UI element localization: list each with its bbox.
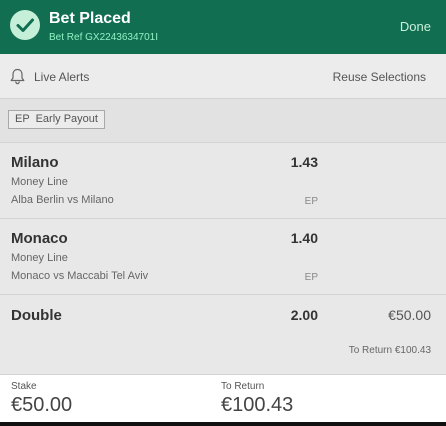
selection-name: Milano <box>11 154 59 171</box>
bet-ref: Bet Ref GX2243634701I <box>49 32 158 43</box>
selection-monaco: Monaco 1.40 Money Line Monaco vs Maccabi… <box>0 218 446 294</box>
selection-market: Money Line <box>11 176 68 188</box>
to-return-label: To Return <box>221 381 265 392</box>
selection-event: Monaco vs Maccabi Tel Aviv <box>11 270 149 282</box>
early-payout-row: EP Early Payout <box>0 99 446 142</box>
bet-placed-header: Bet Placed Bet Ref GX2243634701I Done <box>0 0 446 54</box>
bet-summary-footer: Stake €50.00 To Return €100.43 <box>0 374 446 422</box>
to-return-value: €100.43 <box>221 394 294 416</box>
selection-event: Alba Berlin vs Milano <box>11 194 114 206</box>
bell-icon[interactable] <box>10 68 25 90</box>
stake-value: €50.00 <box>11 394 73 416</box>
selection-market: Money Line <box>11 252 68 264</box>
double-stake: €50.00 <box>388 307 431 323</box>
selection-name: Monaco <box>11 230 68 247</box>
double-label: Double <box>11 307 62 324</box>
selection-odds: 1.40 <box>290 230 318 246</box>
stake-label: Stake <box>11 381 37 392</box>
live-alerts-button[interactable]: Live Alerts <box>34 70 89 84</box>
selection-milano: Milano 1.43 Money Line Alba Berlin vs Mi… <box>0 142 446 218</box>
ep-badge: EP <box>304 272 318 283</box>
double-odds: 2.00 <box>290 307 318 323</box>
check-circle-icon <box>10 10 40 40</box>
ep-badge: EP <box>304 196 318 207</box>
selection-odds: 1.43 <box>290 154 318 170</box>
early-payout-tag: EP Early Payout <box>8 110 105 129</box>
page-title: Bet Placed <box>49 10 131 27</box>
bottom-border <box>0 422 446 426</box>
double-to-return: To Return €100.43 <box>348 345 431 356</box>
done-button[interactable]: Done <box>400 19 431 34</box>
reuse-selections-button[interactable]: Reuse Selections <box>333 70 426 84</box>
double-bet-row: Double 2.00 €50.00 To Return €100.43 <box>0 294 446 374</box>
toolbar: Live Alerts Reuse Selections <box>0 54 446 99</box>
